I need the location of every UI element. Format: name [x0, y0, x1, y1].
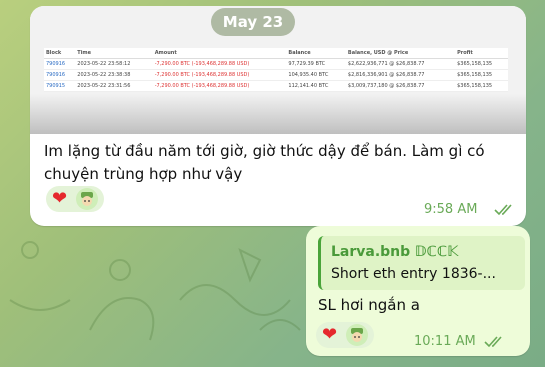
heart-icon: ❤ [52, 188, 68, 209]
heart-reaction[interactable]: ❤ [46, 186, 104, 212]
transactions-table: Block Time Amount Balance Balance, USD @… [44, 48, 508, 92]
cell: $365,158,135 [455, 80, 508, 92]
cell: $2,816,336,901 @ $26,838.77 [345, 69, 456, 81]
cell: 790916 [44, 69, 76, 81]
heart-icon: ❤ [322, 324, 338, 345]
cell: 2023-05-22 23:31:56 [75, 80, 153, 92]
col-profit: Profit [455, 48, 508, 59]
col-balance: Balance [286, 48, 346, 59]
cell: $365,158,135 [455, 58, 508, 70]
cell: 97,729.39 BTC [286, 58, 346, 70]
heart-reaction[interactable]: ❤ [316, 322, 374, 348]
cell: -7,290.00 BTC (-193,468,289.88 USD) [152, 69, 287, 81]
table-row: 790916 2023-05-22 23:58:12 -7,290.00 BTC… [44, 58, 508, 70]
cell: $3,009,737,180 @ $26,838.77 [345, 80, 456, 92]
cell: 112,141.40 BTC [286, 80, 346, 92]
reply-quote[interactable]: Larva.bnb 𝔻ℂℂ𝕂 Short eth entry 1836-... [318, 236, 525, 290]
message-time: 9:58 AM [424, 202, 478, 217]
message-text: SL hơi ngắn a [318, 296, 420, 314]
reply-author: Larva.bnb 𝔻ℂℂ𝕂 [331, 244, 459, 260]
cell: -7,290.00 BTC (-193,468,289.88 USD) [152, 80, 287, 92]
cell: 790915 [44, 80, 76, 92]
cell: -7,290.00 BTC (-193,468,289.88 USD) [152, 58, 287, 70]
reply-preview: Short eth entry 1836-... [331, 266, 496, 282]
table-row: 790916 2023-05-22 23:38:38 -7,290.00 BTC… [44, 69, 508, 81]
cell: 790916 [44, 58, 76, 70]
cell: 2023-05-22 23:58:12 [75, 58, 153, 70]
reactions: ❤ [316, 322, 374, 352]
table-row: 790915 2023-05-22 23:31:56 -7,290.00 BTC… [44, 80, 508, 92]
avatar [76, 188, 98, 210]
message-text: Im lặng từ đầu năm tới giờ, giờ thức dậy… [44, 142, 485, 183]
avatar [346, 324, 368, 346]
incoming-message[interactable]: Block Time Amount Balance Balance, USD @… [30, 6, 526, 226]
cell: 2023-05-22 23:38:38 [75, 69, 153, 81]
cell: 104,935.40 BTC [286, 69, 346, 81]
double-check-icon [494, 204, 512, 216]
col-time: Time [75, 48, 153, 59]
col-block: Block [44, 48, 76, 59]
message-time: 10:11 AM [414, 334, 476, 349]
col-amount: Amount [152, 48, 287, 59]
date-separator: May 23 [211, 8, 295, 36]
double-check-icon [484, 336, 502, 348]
outgoing-message[interactable]: Larva.bnb 𝔻ℂℂ𝕂 Short eth entry 1836-... … [306, 226, 530, 356]
cell: $2,622,936,771 @ $26,838.77 [345, 58, 456, 70]
reactions: ❤ [46, 186, 104, 216]
screenshot-fade [30, 94, 526, 134]
cell: $365,158,135 [455, 69, 508, 81]
col-balance-usd: Balance, USD @ Price [345, 48, 456, 59]
